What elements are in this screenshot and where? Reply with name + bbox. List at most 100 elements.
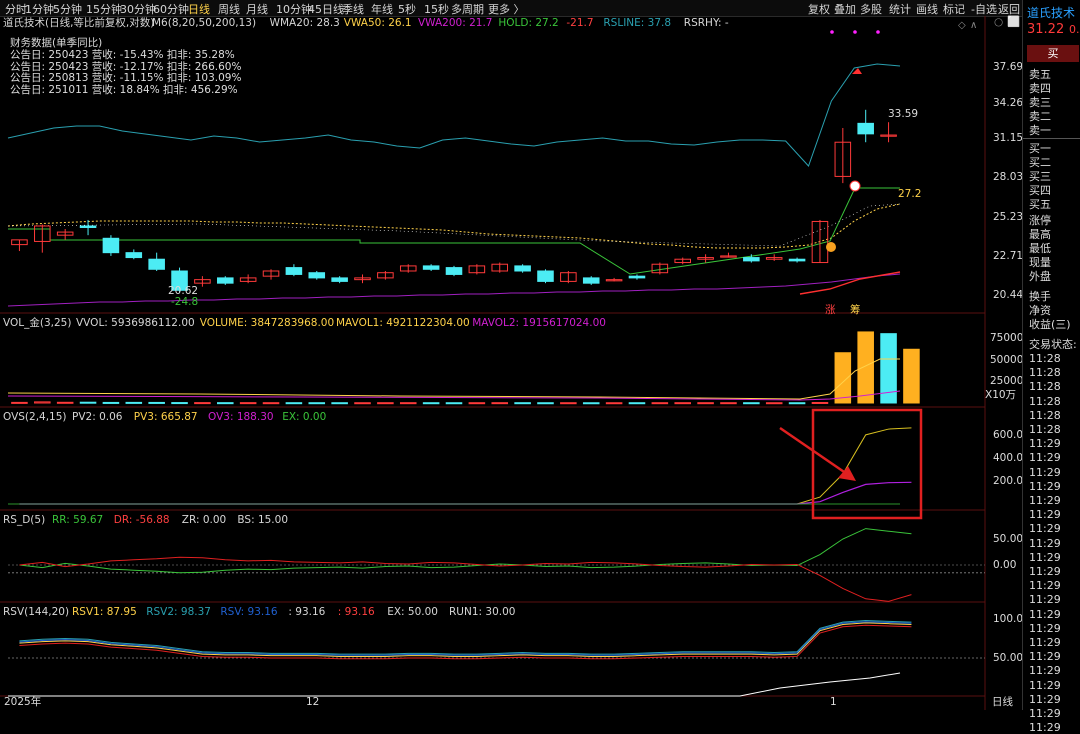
indicator-value-1: WMA20: 28.3 <box>269 17 340 29</box>
window-icon[interactable]: ⬜ <box>1007 16 1020 28</box>
volume-bar-24 <box>560 402 577 405</box>
period-tab-11[interactable]: 季线 <box>342 1 364 17</box>
volume-bar-12 <box>285 402 303 405</box>
highlight-box <box>811 408 923 520</box>
volume-bar-4 <box>102 401 120 404</box>
rsv2-line <box>19 620 912 655</box>
ovs-value-0: PV2: 0.06 <box>72 411 123 423</box>
volume-bar-11 <box>262 402 280 405</box>
price-tick-2: 31.15 <box>993 132 1024 144</box>
period-corner-label: 日线 <box>992 696 1013 708</box>
candle-body-37 <box>857 122 874 135</box>
volume-bar-18 <box>422 402 440 405</box>
volume-bar-7 <box>171 402 188 405</box>
signal-dot-2 <box>876 30 880 34</box>
period-tab-14[interactable]: 15秒 <box>424 1 449 17</box>
side-time-17: 11:29 <box>1029 593 1061 607</box>
side-time-19: 11:29 <box>1029 621 1061 635</box>
side-time-3: 11:28 <box>1029 394 1061 408</box>
volume-bar-9 <box>217 402 234 405</box>
date-label-1: 12 <box>306 696 320 708</box>
buy-button[interactable]: 买 <box>1027 45 1079 62</box>
rsv-value-4: : 93.16 <box>337 606 375 618</box>
toolbar-button-5[interactable]: 标记 <box>943 1 965 17</box>
period-tab-7[interactable]: 周线 <box>218 1 240 17</box>
period-tab-12[interactable]: 年线 <box>371 1 393 17</box>
vwa200-line <box>7 273 901 307</box>
candle-body-5 <box>125 252 143 259</box>
hold-line <box>8 187 900 275</box>
rsv-value-0: RSV1: 87.95 <box>72 606 137 618</box>
volume-unit-label: X10万 <box>985 389 1017 401</box>
period-tab-6[interactable]: 日线 <box>188 1 210 17</box>
indicator-value-3: VWA200: 21.7 <box>418 17 493 29</box>
volume-bar-31 <box>720 402 737 405</box>
rsd-tick-1: 0.00 <box>993 559 1017 571</box>
toolbar-button-0[interactable]: 复权 <box>808 1 830 17</box>
volume-bar-8 <box>194 402 211 405</box>
ovs-panel-label: OVS(2,4,15) <box>3 411 67 423</box>
period-tab-16[interactable]: 更多 〉 <box>488 1 525 17</box>
signal-dot-1 <box>853 30 857 34</box>
period-tab-3[interactable]: 15分钟 <box>86 1 122 17</box>
side-time-18: 11:29 <box>1029 607 1061 621</box>
candle-body-32 <box>743 257 760 262</box>
toolbar-button-3[interactable]: 统计 <box>889 1 911 17</box>
toolbar-button-6[interactable]: -自选 <box>971 1 997 17</box>
period-tab-8[interactable]: 月线 <box>246 1 268 17</box>
rsv-tick-0: 100.0 <box>993 613 1024 625</box>
ovs-tick-1: 400.0 <box>993 451 1024 464</box>
side-time-9: 11:29 <box>1029 479 1061 493</box>
toolbar-button-7[interactable]: 返回 <box>998 1 1020 17</box>
period-tab-1[interactable]: 1分钟 <box>25 1 54 17</box>
financial-row-0: 公告日: 250423 营收: -15.43% 扣非: 35.28% <box>10 49 235 61</box>
period-tab-15[interactable]: 多周期 <box>451 1 484 17</box>
period-tab-4[interactable]: 30分钟 <box>120 1 156 17</box>
ovs-value-1: PV3: 665.87 <box>133 411 198 423</box>
toolbar-button-2[interactable]: 多股 <box>860 1 882 17</box>
side-time-1: 11:28 <box>1029 366 1061 380</box>
rsd-value-2: ZR: 0.00 <box>181 514 227 526</box>
volume-bar-1 <box>34 401 51 404</box>
period-tab-0[interactable]: 分时 <box>5 1 27 17</box>
high-price-label: 33.59 <box>888 108 919 120</box>
volume-bar-3 <box>79 401 97 404</box>
candle-body-19 <box>445 267 463 275</box>
period-tab-10[interactable]: 45日线 <box>308 1 344 17</box>
side-time-24: 11:29 <box>1029 692 1061 706</box>
period-tab-13[interactable]: 5秒 <box>398 1 416 17</box>
volume-bar-6 <box>148 401 165 404</box>
volume-bar-33 <box>765 402 783 405</box>
side-info2-2: 收益(三) <box>1029 318 1071 331</box>
candle-body-9 <box>217 277 234 284</box>
price-tick-0: 37.69 <box>993 61 1024 73</box>
toolbar-button-1[interactable]: 叠加 <box>834 1 856 17</box>
rsv-value-6: RUN1: 30.00 <box>449 606 516 618</box>
volume-tick-0: 75000 <box>990 332 1024 344</box>
toolbar-button-4[interactable]: 画线 <box>916 1 938 17</box>
side-info-4: 外盘 <box>1029 270 1051 283</box>
side-time-5: 11:28 <box>1029 423 1061 436</box>
period-tab-9[interactable]: 10分钟 <box>276 1 312 17</box>
quote-side-panel: 道氏技术31.220.0买卖五卖四卖三卖二卖一买一买二买三买四买五涨停最高最低现… <box>1022 0 1080 734</box>
diamond-icon: ◇ <box>958 20 966 31</box>
tag-zhang: 涨 <box>825 304 836 316</box>
period-tab-5[interactable]: 60分钟 <box>153 1 189 17</box>
volume-tick-2: 25000 <box>990 375 1024 388</box>
volume-tick-1: 50000 <box>990 353 1024 366</box>
period-tab-2[interactable]: 5分钟 <box>53 1 82 17</box>
rr-line <box>19 528 912 574</box>
volume-bar-2 <box>56 401 74 404</box>
volume-bar-23 <box>537 402 554 405</box>
volume-bar-25 <box>582 402 600 405</box>
side-price: 31.22 <box>1027 22 1065 37</box>
rsv-value-2: RSV: 93.16 <box>220 606 278 618</box>
settings-icon[interactable]: ○ <box>994 16 1003 28</box>
ovs-tick-2: 200.0 <box>993 474 1024 487</box>
volume-bar-17 <box>399 402 417 405</box>
financial-title: 财务数据(单季同比) <box>10 37 103 49</box>
price-tick-5: 22.71 <box>993 249 1024 262</box>
date-label-2: 1 <box>830 696 837 708</box>
volume-value-3: MAVOL2: 1915617024.00 <box>472 317 606 329</box>
rsv-panel-label: RSV(144,20) <box>3 606 70 618</box>
